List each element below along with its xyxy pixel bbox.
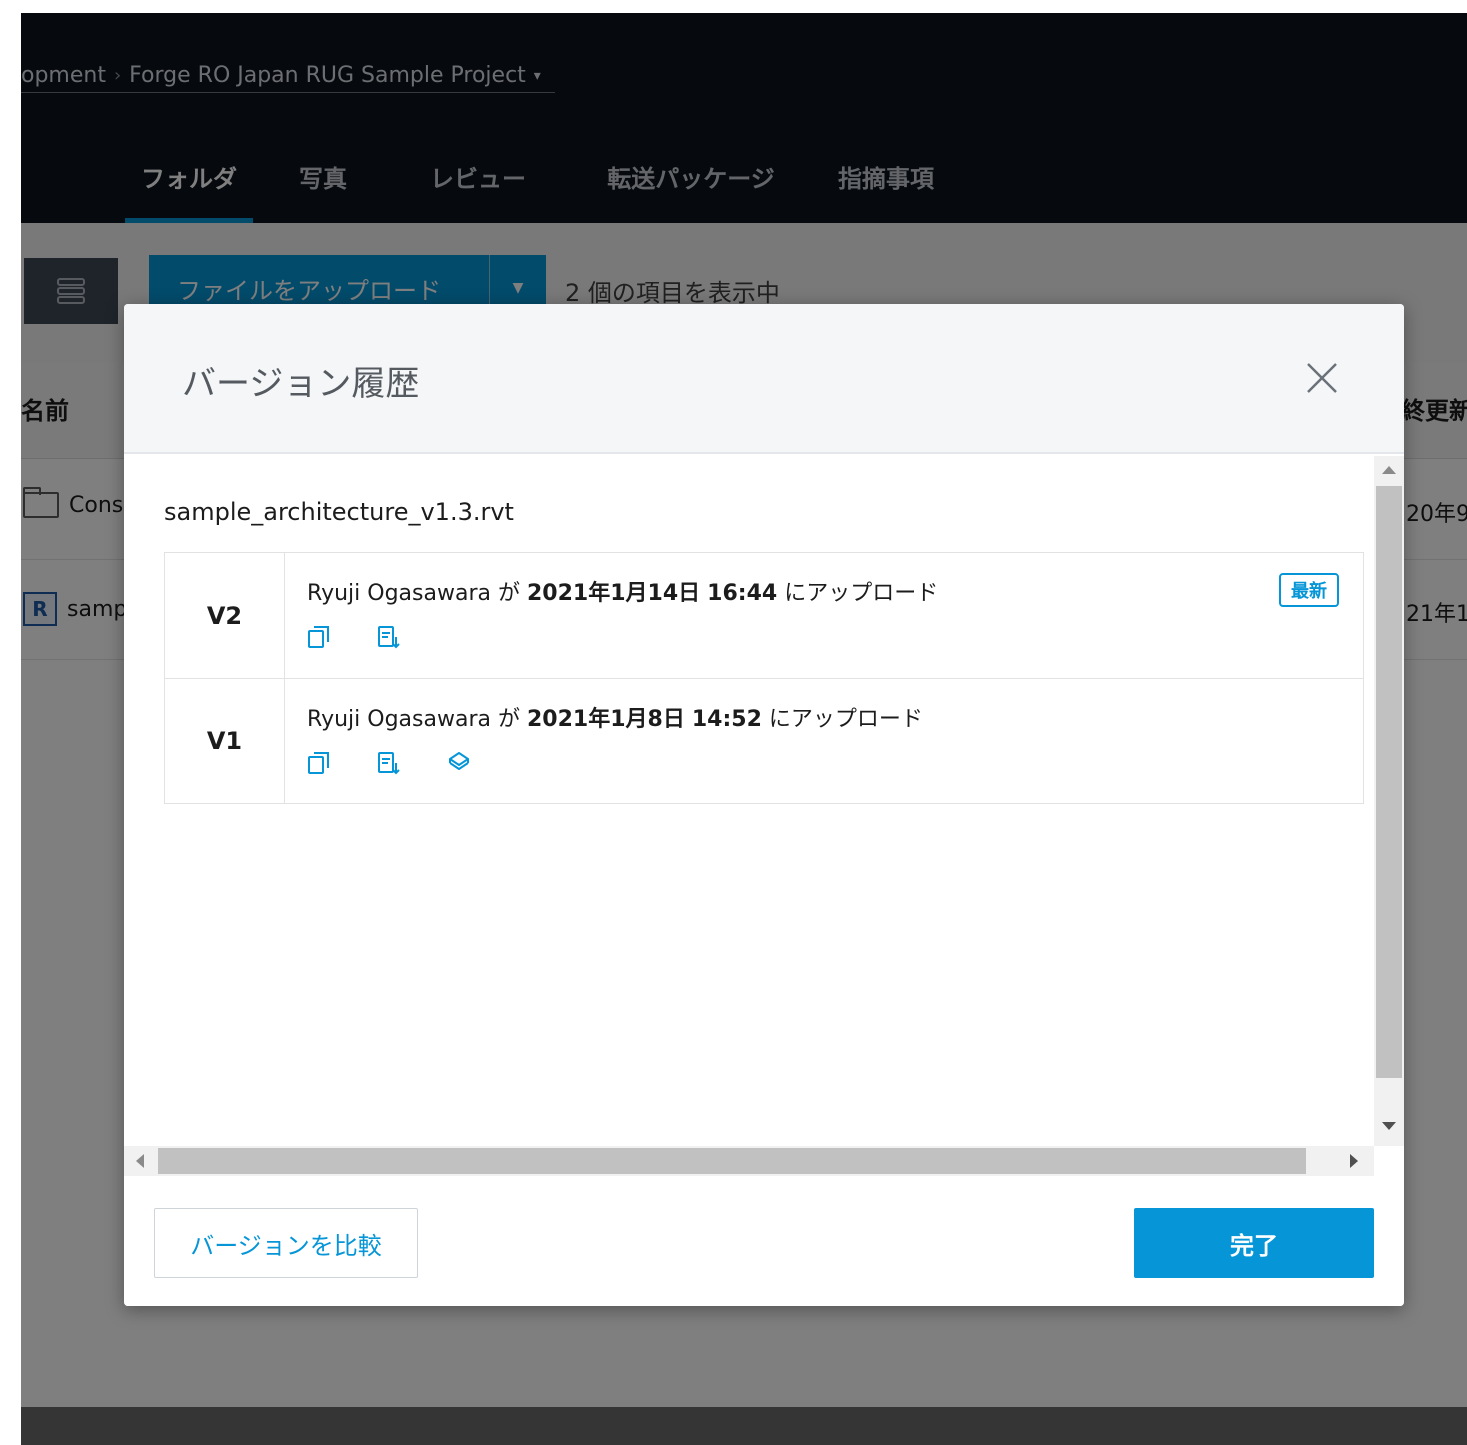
version-by: が xyxy=(497,581,520,606)
copy-icon[interactable] xyxy=(307,625,331,649)
horizontal-scrollbar[interactable] xyxy=(124,1146,1374,1176)
version-history-dialog: バージョン履歴 sample_architecture_v1.3.rvt V2 … xyxy=(124,304,1404,1306)
version-actions xyxy=(307,751,471,775)
details-icon[interactable] xyxy=(377,751,401,775)
copy-icon[interactable] xyxy=(307,751,331,775)
version-suffix: にアップロード xyxy=(784,581,939,606)
version-row[interactable]: V2 Ryuji Ogasawara が 2021年1月14日 16:44 にア… xyxy=(165,553,1363,679)
version-actions xyxy=(307,625,401,649)
version-suffix: にアップロード xyxy=(768,707,923,732)
compare-versions-button[interactable]: バージョンを比較 xyxy=(154,1208,418,1278)
dialog-footer: バージョンを比較 完了 xyxy=(124,1176,1404,1306)
details-icon[interactable] xyxy=(377,625,401,649)
version-label: V2 xyxy=(165,553,285,678)
version-list: V2 Ryuji Ogasawara が 2021年1月14日 16:44 にア… xyxy=(164,552,1364,804)
version-description: Ryuji Ogasawara が 2021年1月14日 16:44 にアップロ… xyxy=(307,575,938,607)
vertical-scrollbar[interactable] xyxy=(1374,456,1404,1146)
version-label: V1 xyxy=(165,679,285,803)
version-date: 2021年1月14日 xyxy=(527,581,701,606)
dialog-body: sample_architecture_v1.3.rvt V2 Ryuji Og… xyxy=(124,456,1374,1146)
horizontal-scroll-thumb[interactable] xyxy=(158,1148,1306,1174)
latest-badge: 最新 xyxy=(1279,573,1339,607)
version-user: Ryuji Ogasawara xyxy=(307,707,491,732)
version-user: Ryuji Ogasawara xyxy=(307,581,491,606)
file-name: sample_architecture_v1.3.rvt xyxy=(164,498,514,526)
close-button[interactable] xyxy=(1304,360,1340,396)
scroll-down-arrow-icon[interactable] xyxy=(1382,1122,1396,1130)
version-description: Ryuji Ogasawara が 2021年1月8日 14:52 にアップロー… xyxy=(307,701,923,733)
scroll-up-arrow-icon[interactable] xyxy=(1382,466,1396,474)
layers-icon[interactable] xyxy=(447,751,471,775)
version-date: 2021年1月8日 xyxy=(527,707,685,732)
version-by: が xyxy=(497,707,520,732)
dialog-header: バージョン履歴 xyxy=(124,304,1404,454)
scroll-right-arrow-icon[interactable] xyxy=(1350,1154,1358,1168)
scroll-left-arrow-icon[interactable] xyxy=(136,1154,144,1168)
version-row[interactable]: V1 Ryuji Ogasawara が 2021年1月8日 14:52 にアッ… xyxy=(165,679,1363,803)
close-icon xyxy=(1307,363,1337,393)
dialog-title: バージョン履歴 xyxy=(182,364,420,404)
version-time: 16:44 xyxy=(707,581,778,606)
vertical-scroll-thumb[interactable] xyxy=(1376,486,1402,1078)
done-button[interactable]: 完了 xyxy=(1134,1208,1374,1278)
version-time: 14:52 xyxy=(691,707,762,732)
